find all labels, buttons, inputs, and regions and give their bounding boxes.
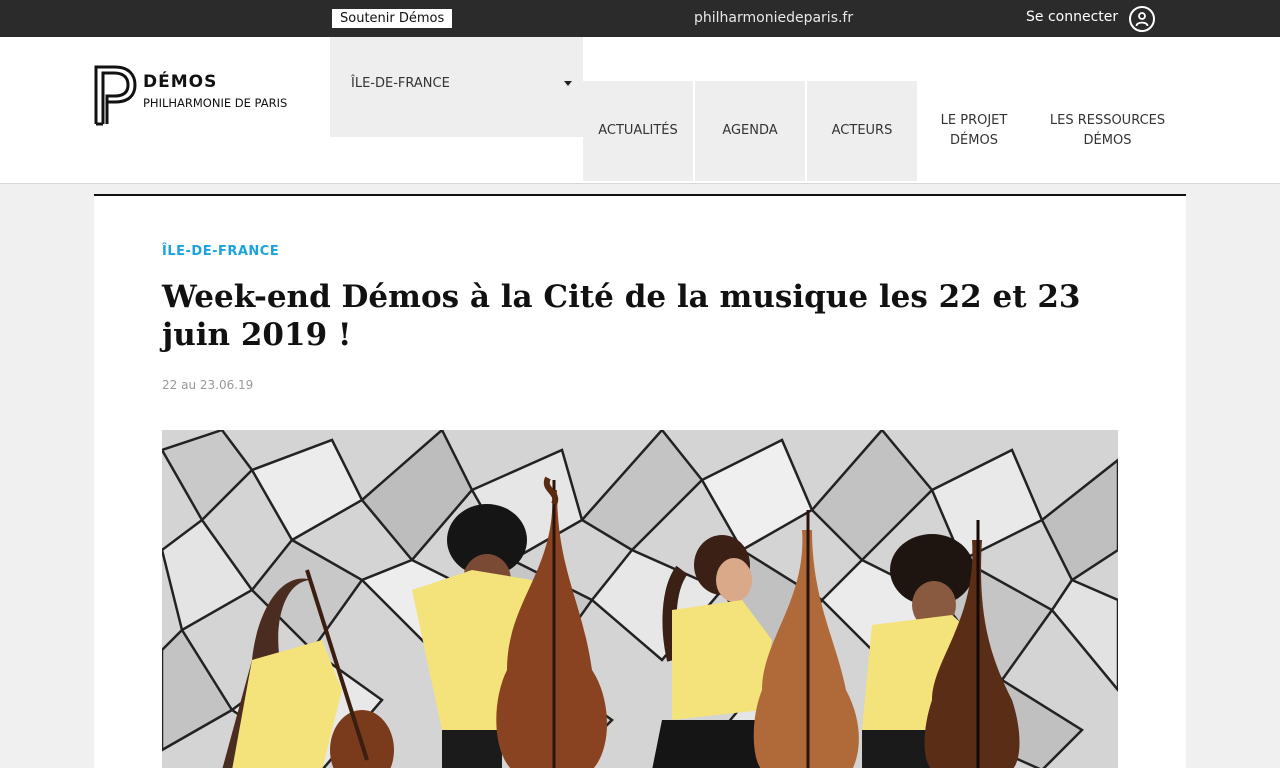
nav-agenda-label: AGENDA [722, 123, 778, 138]
nav-ressources-label-line2: DÉMOS [1083, 133, 1132, 148]
article-hero-photo [162, 430, 1118, 768]
nav-le-projet-demos[interactable]: LE PROJET DÉMOS [919, 81, 1029, 181]
nav-acteurs-label: ACTEURS [831, 123, 893, 138]
demos-logo[interactable]: DÉMOS PHILHARMONIE DE PARIS [93, 64, 293, 126]
nav-actualites[interactable]: ACTUALITÉS [583, 81, 693, 181]
philharmonie-site-link[interactable]: philharmoniedeparis.fr [694, 10, 853, 26]
top-bar: Soutenir Démos philharmoniedeparis.fr Se… [0, 0, 1280, 37]
nav-projet-label-line1: LE PROJET [940, 113, 1008, 128]
article-card: ÎLE-DE-FRANCE Week-end Démos à la Cité d… [94, 194, 1186, 768]
nav-agenda[interactable]: AGENDA [695, 81, 805, 181]
demos-p-logo-icon [94, 65, 137, 126]
logo-name: DÉMOS [143, 72, 218, 92]
support-demos-button[interactable]: Soutenir Démos [332, 9, 453, 28]
article-date: 22 au 23.06.19 [162, 378, 254, 392]
region-selected-label: ÎLE-DE-FRANCE [351, 76, 450, 91]
nav-acteurs[interactable]: ACTEURS [807, 81, 917, 181]
caret-down-icon [564, 81, 572, 86]
article-title: Week-end Démos à la Cité de la musique l… [162, 279, 1081, 353]
nav-actualites-label: ACTUALITÉS [598, 123, 678, 138]
region-dropdown[interactable]: ÎLE-DE-FRANCE [330, 37, 583, 137]
nav-ressources-label-line1: LES RESSOURCES [1049, 113, 1166, 128]
article-category-link[interactable]: ÎLE-DE-FRANCE [162, 244, 279, 259]
logo-subtitle: PHILHARMONIE DE PARIS [143, 96, 288, 110]
login-link[interactable]: Se connecter [1026, 9, 1118, 25]
user-circle-icon[interactable] [1129, 6, 1155, 32]
nav-ressources-demos[interactable]: LES RESSOURCES DÉMOS [1040, 81, 1175, 181]
nav-projet-label-line2: DÉMOS [950, 133, 998, 148]
